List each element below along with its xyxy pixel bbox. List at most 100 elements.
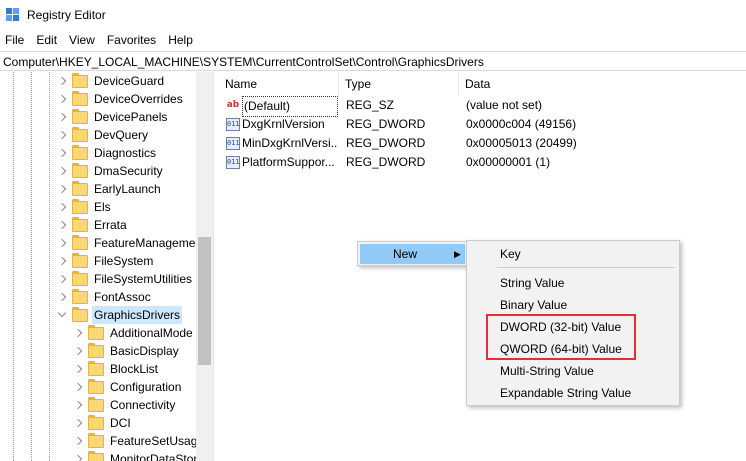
value-data: (value not set) — [466, 98, 543, 112]
value-type: REG_DWORD — [346, 155, 426, 169]
chevron-right-icon[interactable] — [74, 360, 84, 378]
folder-icon — [72, 108, 88, 124]
tree-item-label: Errata — [94, 218, 127, 232]
tree-item[interactable]: AdditionalMode — [74, 324, 195, 342]
chevron-down-icon[interactable] — [58, 306, 68, 324]
tree-item-label: FileSystem — [94, 254, 154, 268]
folder-icon — [88, 342, 104, 358]
value-type: REG_SZ — [346, 98, 395, 112]
folder-icon — [72, 180, 88, 196]
menu-item-string-value[interactable]: String Value — [469, 273, 677, 294]
chevron-right-icon[interactable] — [58, 108, 68, 126]
menu-help[interactable]: Help — [162, 30, 199, 50]
tree-item[interactable]: FontAssoc — [58, 288, 153, 306]
tree-item[interactable]: MonitorDataStor — [74, 450, 199, 461]
tree-scrollbar-thumb[interactable] — [198, 237, 211, 365]
value-type: REG_DWORD — [346, 117, 426, 131]
tree-item[interactable]: DeviceGuard — [58, 72, 166, 90]
chevron-right-icon[interactable] — [58, 216, 68, 234]
chevron-right-icon[interactable] — [58, 162, 68, 180]
value-name: (Default) — [242, 96, 338, 117]
value-type: REG_DWORD — [346, 136, 426, 150]
tree-scrollbar[interactable] — [196, 72, 213, 461]
menu-favorites[interactable]: Favorites — [101, 30, 162, 50]
column-header-data[interactable]: Data — [459, 72, 746, 96]
chevron-right-icon[interactable] — [58, 90, 68, 108]
tree-item-label: FeatureManagemer — [94, 236, 200, 250]
chevron-right-icon[interactable] — [58, 126, 68, 144]
value-row[interactable]: 011 PlatformSuppor... REG_DWORD 0x00000001 … — [219, 153, 746, 172]
tree-item[interactable]: DeviceOverrides — [58, 90, 185, 108]
chevron-right-icon[interactable] — [74, 378, 84, 396]
folder-icon — [88, 432, 104, 448]
tree-item[interactable]: EarlyLaunch — [58, 180, 163, 198]
chevron-right-icon[interactable] — [58, 144, 68, 162]
address-path[interactable]: Computer\HKEY_LOCAL_MACHINE\SYSTEM\Curre… — [3, 55, 484, 69]
tree-item-label: BlockList — [110, 362, 159, 376]
tree-item[interactable]: FileSystem — [58, 252, 155, 270]
tree-item[interactable]: FileSystemUtilities — [58, 270, 194, 288]
tree-item-label: DeviceOverrides — [94, 92, 183, 106]
value-row[interactable]: 011 MinDxgKrnlVersi... REG_DWORD 0x00005013… — [219, 134, 746, 153]
address-bar[interactable]: Computer\HKEY_LOCAL_MACHINE\SYSTEM\Curre… — [0, 51, 746, 71]
menu-item-binary-value[interactable]: Binary Value — [469, 295, 677, 316]
chevron-right-icon[interactable] — [58, 288, 68, 306]
chevron-right-icon[interactable] — [58, 180, 68, 198]
chevron-right-icon[interactable] — [74, 432, 84, 450]
menu-item-multi-string-value[interactable]: Multi-String Value — [469, 361, 677, 382]
tree-item-label: Connectivity — [110, 398, 176, 412]
folder-icon — [72, 234, 88, 250]
tree-item[interactable]: Connectivity — [74, 396, 177, 414]
tree-item[interactable]: Configuration — [74, 378, 183, 396]
tree-item-label: BasicDisplay — [110, 344, 179, 358]
menu-item-expandable-string-value[interactable]: Expandable String Value — [469, 383, 677, 404]
tree-item-label: FileSystemUtilities — [94, 272, 193, 286]
tree-item-label: Els — [94, 200, 111, 214]
menu-file[interactable]: File — [0, 30, 30, 50]
tree-item[interactable]: FeatureManagemer — [58, 234, 201, 252]
value-name: MinDxgKrnlVersi... — [242, 136, 338, 150]
value-data: 0x00005013 (20499) — [466, 136, 577, 150]
tree-item[interactable]: Diagnostics — [58, 144, 158, 162]
value-data: 0x0000c004 (49156) — [466, 117, 577, 131]
tree-item[interactable]: DmaSecurity — [58, 162, 165, 180]
folder-icon — [72, 306, 88, 322]
folder-icon — [72, 252, 88, 268]
tree-item[interactable]: GraphicsDrivers — [58, 306, 183, 324]
chevron-right-icon[interactable] — [58, 234, 68, 252]
highlight-box — [486, 314, 636, 360]
chevron-right-icon[interactable] — [58, 252, 68, 270]
chevron-right-icon[interactable] — [74, 342, 84, 360]
value-row[interactable]: 011 DxgKrnlVersion REG_DWORD 0x0000c004 (49… — [219, 115, 746, 134]
chevron-right-icon[interactable] — [74, 396, 84, 414]
column-header-name[interactable]: Name — [219, 72, 339, 96]
column-header-type[interactable]: Type — [339, 72, 459, 96]
menu-edit[interactable]: Edit — [30, 30, 63, 50]
tree-item[interactable]: DCI — [74, 414, 133, 432]
tree-item-label: DeviceGuard — [94, 74, 165, 88]
context-menu: New ▶ — [357, 241, 468, 266]
chevron-right-icon[interactable] — [74, 450, 84, 461]
tree-item[interactable]: DevicePanels — [58, 108, 169, 126]
menu-item-key[interactable]: Key — [469, 244, 677, 265]
folder-icon — [72, 288, 88, 304]
chevron-right-icon[interactable] — [74, 414, 84, 432]
chevron-right-icon[interactable] — [58, 72, 68, 90]
tree-item[interactable]: Errata — [58, 216, 129, 234]
tree-item[interactable]: FeatureSetUsage — [74, 432, 206, 450]
key-tree: DeviceGuard DeviceOverrides DevicePanels De… — [0, 72, 213, 461]
folder-icon — [72, 162, 88, 178]
value-row[interactable]: ab (Default) REG_SZ (value not set) — [219, 96, 746, 117]
tree-item-label: EarlyLaunch — [94, 182, 161, 196]
tree-item[interactable]: BlockList — [74, 360, 160, 378]
chevron-right-icon[interactable] — [58, 198, 68, 216]
tree-guide-line — [31, 72, 32, 461]
tree-item[interactable]: BasicDisplay — [74, 342, 181, 360]
binary-value-icon: 011 — [226, 118, 240, 131]
menu-view[interactable]: View — [63, 30, 101, 50]
tree-item[interactable]: Els — [58, 198, 113, 216]
tree-item[interactable]: DevQuery — [58, 126, 150, 144]
chevron-right-icon[interactable] — [58, 270, 68, 288]
chevron-right-icon[interactable] — [74, 324, 84, 342]
menu-item-new[interactable]: New ▶ — [360, 244, 465, 264]
